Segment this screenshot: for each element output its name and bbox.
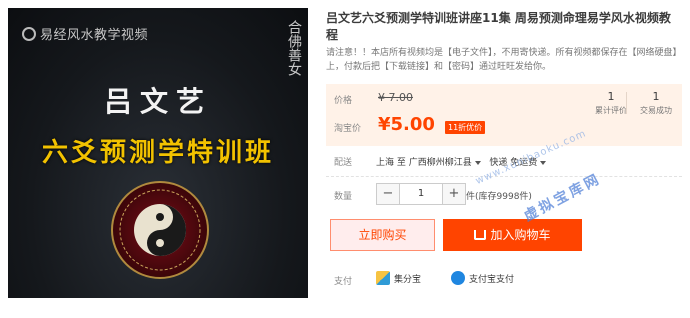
stat-reviews-count: 1 <box>607 90 615 103</box>
side-calligraphy-mark: 合佛善女 <box>286 20 302 76</box>
shipping-method[interactable]: 快递 免运费 <box>489 158 537 168</box>
cover-subtitle: 六爻预测学特训班 <box>41 138 274 168</box>
stat-divider <box>626 92 627 114</box>
image-watermark: 易经风水教学视频 <box>22 24 148 43</box>
buy-now-button[interactable]: 立即购买 <box>330 219 435 251</box>
cart-icon <box>474 230 487 240</box>
cover-title: 吕文艺 <box>103 85 212 118</box>
alipay-icon <box>451 271 465 285</box>
product-image[interactable]: 易经风水教学视频 合佛善女 吕文艺 六爻预测学特训班 <box>8 8 308 298</box>
shipping-label: 配送 <box>334 158 353 168</box>
original-price: ¥ 7.00 <box>378 91 413 104</box>
quantity-input[interactable]: 1 <box>399 184 443 204</box>
payment-alipay[interactable]: 支付宝支付 <box>451 271 514 285</box>
quantity-stepper: − 1 + <box>376 183 466 205</box>
watermark-text: 易经风水教学视频 <box>40 28 149 43</box>
jifenbao-icon <box>376 271 390 285</box>
add-to-cart-label: 加入购物车 <box>490 228 551 242</box>
stock-text: 件(库存9998件) <box>466 192 532 202</box>
promo-price-label: 淘宝价 <box>334 124 362 134</box>
divider <box>326 176 682 177</box>
quantity-decrement-button[interactable]: − <box>377 184 399 204</box>
payment-alipay-label: 支付宝支付 <box>469 274 515 285</box>
quantity-label: 数量 <box>334 192 353 202</box>
shipping-destination-text: 上海 至 广西柳州柳江县 <box>376 158 472 168</box>
stat-sales-label: 交易成功 <box>640 106 672 115</box>
watermark-logo-icon <box>22 26 36 41</box>
payment-jifenbao[interactable]: 集分宝 <box>376 271 421 285</box>
stat-reviews[interactable]: 1 累计评价 <box>586 90 636 116</box>
price-box: 价格 ¥ 7.00 淘宝价 ¥5.00 11折优价 1 累计评价 1 交易成功 <box>326 84 682 146</box>
chevron-down-icon <box>540 160 547 165</box>
product-title: 吕文艺六爻预测学特训班讲座11集 周易预测命理易学风水视频教程 <box>326 11 671 42</box>
stat-sales-count: 1 <box>652 90 660 103</box>
yinyang-emblem <box>110 180 210 280</box>
stat-sales: 1 交易成功 <box>631 90 681 116</box>
payment-label: 支付 <box>334 277 353 287</box>
quantity-increment-button[interactable]: + <box>443 184 465 204</box>
promo-price: ¥5.00 <box>378 114 435 135</box>
payment-jifenbao-label: 集分宝 <box>394 274 422 285</box>
price-label: 价格 <box>334 96 353 106</box>
stat-reviews-label: 累计评价 <box>595 106 627 115</box>
product-notice: 请注意！！本店所有视频均是【电子文件】，不用寄快递。所有视频都保存在【网络硬盘】… <box>326 48 682 72</box>
add-to-cart-button[interactable]: 加入购物车 <box>443 219 582 251</box>
chevron-down-icon <box>474 160 481 165</box>
promo-badge: 11折优价 <box>445 121 486 134</box>
shipping-destination[interactable]: 上海 至 广西柳州柳江县 快递 免运费 <box>376 155 547 168</box>
